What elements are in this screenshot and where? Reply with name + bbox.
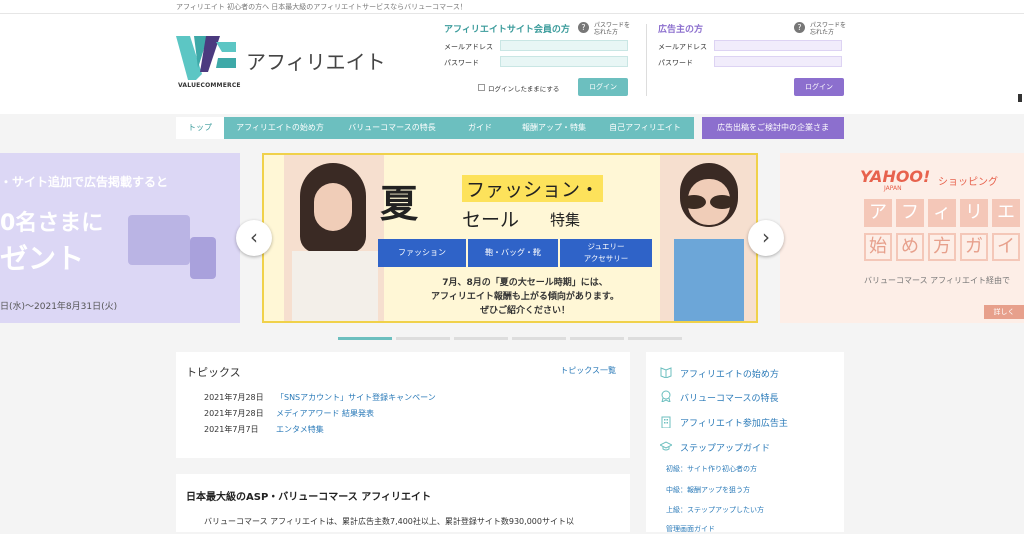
carousel-dot[interactable] xyxy=(338,337,392,340)
topic-link[interactable]: メディアアワード 結果発表 xyxy=(276,409,374,418)
advertiser-password-field[interactable] xyxy=(714,56,842,67)
topics-title: トピックス xyxy=(186,366,241,379)
logo-wordmark: VALUECOMMERCE xyxy=(178,82,241,89)
valuecommerce-logo-icon[interactable] xyxy=(176,28,238,88)
scroll-indicator[interactable] xyxy=(1018,94,1022,102)
yahoo-logo-sub: JAPAN xyxy=(884,185,902,192)
sidebar-sub-advanced[interactable]: 上級：ステップアップしたい方 xyxy=(666,505,764,515)
carousel-dot[interactable] xyxy=(454,337,508,340)
topic-row: 2021年7月28日 「SNSアカウント」サイト登録キャンペーン xyxy=(204,392,436,403)
brand-title[interactable]: アフィリエイト xyxy=(246,46,386,75)
tag-bags-shoes: 鞄・バッグ・靴 xyxy=(468,239,558,267)
sidebar-item-step-up-guide[interactable]: ステップアップガイド xyxy=(680,441,770,454)
topics-panel: トピックス トピックス一覧 2021年7月28日 「SNSアカウント」サイト登録キ… xyxy=(176,352,630,458)
topic-link[interactable]: エンタメ特集 xyxy=(276,425,324,434)
yahoo-logo: YAHOO! xyxy=(860,167,931,186)
sidebar-item-advertisers[interactable]: アフィリエイト参加広告主 xyxy=(680,416,788,429)
sidebar-sub-admin-guide[interactable]: 管理画面ガイド xyxy=(666,524,715,534)
topic-row: 2021年7月7日 エンタメ特集 xyxy=(204,424,324,435)
nav-item-self-affiliate[interactable]: 自己アフィリエイト xyxy=(596,117,694,139)
intro-title: 日本最大級のASP・バリューコマース アフィリエイト xyxy=(186,492,432,503)
affiliate-login-panel: アフィリエイトサイト会員の方 ? パスワードを忘れた方 メールアドレス パスワー… xyxy=(444,20,640,104)
topic-row: 2021年7月28日 メディアアワード 結果発表 xyxy=(204,408,374,419)
nav-item-reward-up[interactable]: 報酬アップ・特集 xyxy=(512,117,596,139)
advertiser-email-field[interactable] xyxy=(714,40,842,51)
advertiser-login-panel: 広告主の方 ? パスワードを忘れた方 メールアドレス パスワード ログイン xyxy=(658,20,846,104)
nav-item-advertiser[interactable]: 広告出稿をご検討中の企業さま xyxy=(702,117,844,139)
top-info-text: アフィリエイト 初心者の方へ 日本最大級のアフィリエイトサービスならバリューコマ… xyxy=(176,3,467,11)
nav-item-top[interactable]: トップ xyxy=(176,117,224,139)
body-line3: ぜひご紹介ください！ xyxy=(479,306,570,316)
affiliate-email-label: メールアドレス xyxy=(444,43,493,51)
headline-line1: ファッション・ xyxy=(462,175,604,202)
book-icon xyxy=(660,367,672,378)
model-photo-right xyxy=(660,155,756,321)
carousel-prev-button[interactable]: ‹ xyxy=(236,220,272,256)
header-divider xyxy=(646,24,647,96)
tag-fashion: ファッション xyxy=(378,239,466,267)
medal-icon xyxy=(661,390,671,402)
banner-slide-summer-sale[interactable]: 夏 ファッション・ セール 特集 ファッション 鞄・バッグ・靴 ジュエリー アク… xyxy=(262,153,758,323)
nav-item-guide[interactable]: ガイド xyxy=(448,117,512,139)
advertiser-email-label: メールアドレス xyxy=(658,43,707,51)
affiliate-email-field[interactable] xyxy=(500,40,628,51)
banner-slide-prev[interactable]: ・サイト追加で広告掲載すると 0名さまに ゼント 日(水)～2021年8月31日… xyxy=(0,153,240,323)
advertiser-login-button[interactable]: ログイン xyxy=(794,78,844,96)
carousel-dot[interactable] xyxy=(570,337,624,340)
help-icon[interactable]: ? xyxy=(794,22,805,33)
carousel-next-button[interactable]: › xyxy=(748,220,784,256)
advertiser-password-label: パスワード xyxy=(658,59,693,67)
topic-date: 2021年7月28日 xyxy=(204,409,264,418)
affiliate-forgot-password-link[interactable]: パスワードを忘れた方 xyxy=(594,22,634,36)
nav-item-getting-started[interactable]: アフィリエイトの始め方 xyxy=(224,117,336,139)
affiliate-login-title: アフィリエイトサイト会員の方 xyxy=(444,25,570,35)
banner-carousel: ・サイト追加で広告掲載すると 0名さまに ゼント 日(水)～2021年8月31日… xyxy=(0,139,1024,344)
model-photo-left xyxy=(284,155,384,321)
title-row2: 始 め 方 ガ イ xyxy=(864,233,1020,263)
advertiser-forgot-password-link[interactable]: パスワードを忘れた方 xyxy=(810,22,850,36)
body-line1: 7月、8月の「夏の大セール時期」には、 xyxy=(442,278,608,288)
headline-line3: 特集 xyxy=(550,211,581,229)
carousel-dot[interactable] xyxy=(512,337,566,340)
summer-big-char: 夏 xyxy=(380,182,419,226)
yahoo-more-button: 詳しく xyxy=(984,305,1024,319)
sidebar-sub-intermediate[interactable]: 中級：報酬アップを狙う方 xyxy=(666,485,750,495)
sidebar-item-features[interactable]: バリューコマースの特長 xyxy=(680,391,779,404)
body-line2: アフィリエイト報酬も上がる傾向があります。 xyxy=(431,292,619,302)
carousel-dot[interactable] xyxy=(628,337,682,340)
headline-line2: セール xyxy=(462,209,520,231)
help-icon[interactable]: ? xyxy=(578,22,589,33)
top-info-bar: アフィリエイト 初心者の方へ 日本最大級のアフィリエイトサービスならバリューコマ… xyxy=(0,0,1024,14)
topics-all-link[interactable]: トピックス一覧 xyxy=(560,365,616,376)
remember-checkbox[interactable] xyxy=(478,84,485,91)
shopping-label: ショッピング xyxy=(938,177,998,188)
remember-label[interactable]: ログインしたままにする xyxy=(488,83,559,93)
carousel-dot[interactable] xyxy=(396,337,450,340)
advertiser-login-title: 広告主の方 xyxy=(658,25,704,35)
monitor-icon xyxy=(128,215,190,265)
affiliate-password-label: パスワード xyxy=(444,59,479,67)
sidebar-panel: アフィリエイトの始め方 バリューコマースの特長 アフィリエイト参加広告主 ステッ… xyxy=(646,352,844,534)
affiliate-password-field[interactable] xyxy=(500,56,628,67)
topic-date: 2021年7月28日 xyxy=(204,393,264,402)
nav-item-features[interactable]: バリューコマースの特長 xyxy=(336,117,448,139)
tag-jewelry: ジュエリー アクセサリー xyxy=(560,239,652,267)
slide-prev-line2: 0名さまに xyxy=(0,211,104,236)
topic-link[interactable]: 「SNSアカウント」サイト登録キャンペーン xyxy=(276,393,436,402)
phone-icon xyxy=(190,237,216,279)
intro-body: バリューコマース アフィリエイトは、累計広告主数7,400社以上、累計登録サイト… xyxy=(204,517,574,526)
sidebar-item-getting-started[interactable]: アフィリエイトの始め方 xyxy=(680,367,779,380)
affiliate-login-button[interactable]: ログイン xyxy=(578,78,628,96)
graduation-cap-icon xyxy=(660,441,672,451)
yahoo-caption: バリューコマース アフィリエイト経由で xyxy=(864,276,1010,285)
building-icon xyxy=(661,416,671,428)
intro-panel: 日本最大級のASP・バリューコマース アフィリエイト バリューコマース アフィリ… xyxy=(176,474,630,532)
slide-prev-line1: ・サイト追加で広告掲載すると xyxy=(0,175,169,189)
slide-prev-line3: ゼント xyxy=(0,242,85,275)
title-row1: ア フ ィ リ エ xyxy=(864,199,1020,229)
slide-prev-date: 日(水)～2021年8月31日(火) xyxy=(0,302,118,312)
topic-date: 2021年7月7日 xyxy=(204,425,259,434)
sidebar-sub-beginner[interactable]: 初級：サイト作り初心者の方 xyxy=(666,464,757,474)
banner-slide-yahoo[interactable]: YAHOO! JAPAN ショッピング ア フ ィ リ エ 始 め 方 ガ イ … xyxy=(780,153,1024,323)
